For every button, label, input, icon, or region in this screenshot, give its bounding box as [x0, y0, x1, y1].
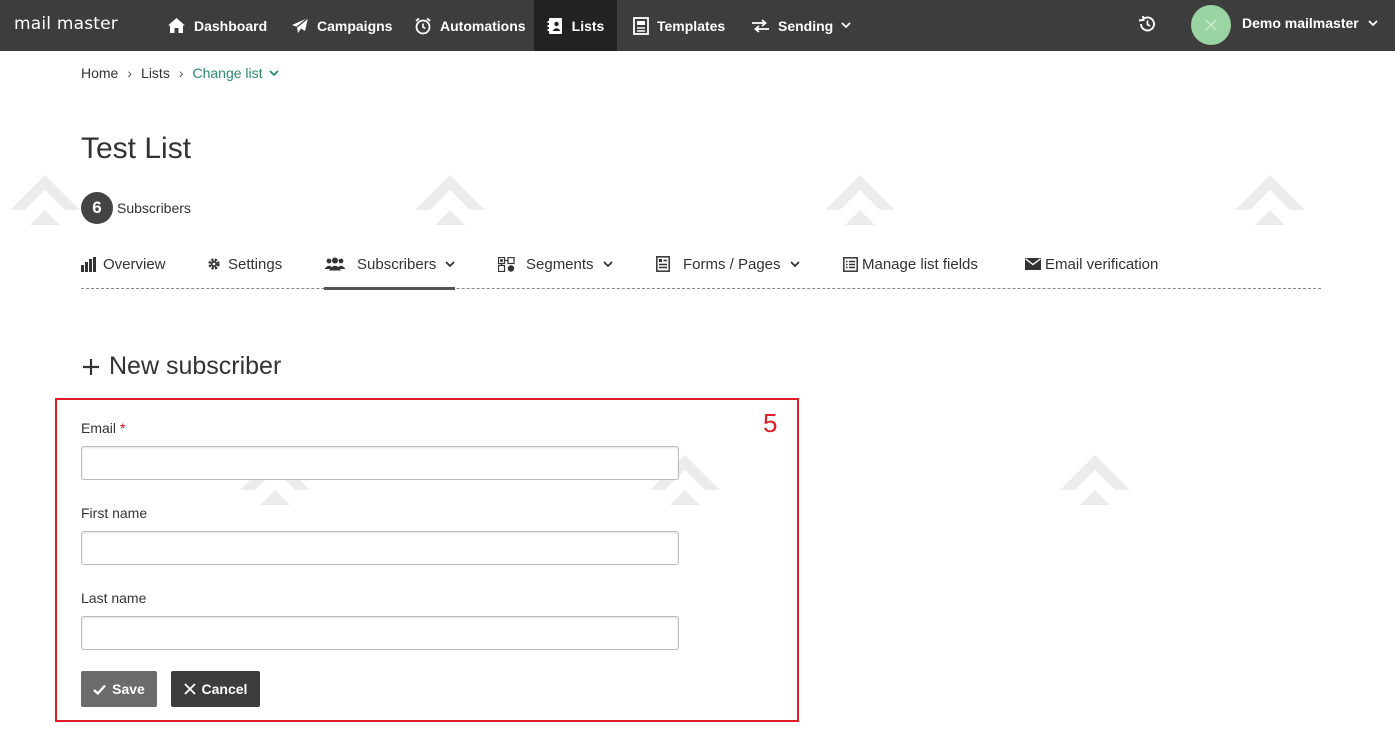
breadcrumb: Home › Lists › Change list — [81, 65, 279, 81]
template-icon — [633, 16, 649, 35]
nav-item-label: Templates — [657, 17, 726, 34]
user-menu[interactable]: Demo mailmaster — [1242, 15, 1378, 31]
tab-label: Subscribers — [357, 255, 437, 273]
last-name-label: Last name — [81, 590, 147, 606]
email-field[interactable] — [81, 446, 679, 480]
watermark-logo-icon — [1060, 455, 1130, 505]
count-label: Subscribers — [117, 200, 191, 216]
close-icon — [1205, 19, 1217, 31]
nav-item-label: Campaigns — [317, 17, 393, 34]
cancel-button[interactable]: Cancel — [171, 671, 260, 707]
count-badge: 6 — [81, 192, 113, 224]
close-icon — [183, 683, 196, 695]
alarm-clock-icon — [415, 17, 431, 34]
watermark-logo-icon — [825, 175, 895, 225]
brand-logo[interactable]: mail master — [14, 14, 118, 34]
segments-icon — [498, 256, 515, 272]
bar-chart-icon — [81, 256, 96, 272]
last-name-field[interactable] — [81, 616, 679, 650]
tab-email-verification[interactable]: Email verification — [1025, 250, 1158, 288]
breadcrumb-separator: › — [178, 65, 184, 81]
chevron-down-icon — [445, 260, 455, 267]
envelope-icon — [1025, 258, 1041, 270]
watermark — [0, 150, 90, 245]
nav-item-label: Lists — [571, 17, 605, 34]
change-list-dropdown[interactable]: Change list — [193, 65, 279, 81]
breadcrumb-lists[interactable]: Lists — [141, 65, 170, 81]
nav-item-lists[interactable]: Lists — [534, 0, 617, 51]
users-icon — [324, 257, 346, 271]
chevron-down-icon — [841, 22, 851, 29]
form-icon — [656, 256, 670, 272]
watermark — [1225, 150, 1315, 245]
first-name-label: First name — [81, 505, 148, 521]
address-book-icon — [547, 17, 562, 34]
gear-icon — [208, 258, 220, 270]
watermark-logo-icon — [1235, 175, 1305, 225]
required-mark: * — [120, 420, 126, 436]
save-label: Save — [112, 681, 145, 697]
tab-label: Email verification — [1045, 255, 1159, 273]
breadcrumb-home[interactable]: Home — [81, 65, 118, 81]
section-title: New subscriber — [81, 352, 281, 381]
chevron-down-icon — [602, 260, 613, 267]
tab-label: Forms / Pages — [683, 255, 781, 273]
watermark — [1050, 430, 1140, 525]
nav-item-label: Automations — [440, 17, 526, 34]
tab-label: Manage list fields — [862, 255, 978, 273]
tab-subscribers[interactable]: Subscribers — [324, 250, 456, 290]
watermark — [815, 150, 905, 245]
nav-item-campaigns[interactable]: Campaigns — [291, 0, 392, 51]
nav-item-label: Sending — [778, 17, 834, 34]
step-number: 5 — [763, 408, 778, 438]
tab-label: Overview — [103, 255, 166, 273]
plus-icon — [83, 358, 99, 375]
nav-item-automations[interactable]: Automations — [414, 0, 526, 51]
change-list-label: Change list — [192, 65, 263, 81]
avatar[interactable] — [1191, 5, 1231, 45]
exchange-icon — [752, 18, 769, 33]
first-name-field[interactable] — [81, 531, 679, 565]
tab-settings[interactable]: Settings — [207, 250, 282, 288]
nav-item-dashboard[interactable]: Dashboard — [167, 0, 267, 51]
watermark-logo-icon — [415, 175, 485, 225]
page-title: Test List — [81, 132, 192, 165]
watermark — [405, 150, 495, 245]
history-icon — [1138, 15, 1155, 32]
home-icon — [168, 18, 185, 33]
chevron-down-icon — [268, 69, 279, 76]
save-button[interactable]: Save — [81, 671, 157, 707]
chevron-down-icon — [789, 260, 800, 267]
tab-overview[interactable]: Overview — [81, 250, 166, 288]
email-label-text: Email — [81, 420, 117, 436]
nav-item-sending[interactable]: Sending — [751, 0, 859, 51]
list-tabs: Overview Settings Subscribers Segments F… — [81, 250, 1321, 290]
tab-manage-list-fields[interactable]: Manage list fields — [843, 250, 978, 288]
top-navbar: mail master Dashboard Campaigns Automati… — [0, 0, 1395, 51]
list-fields-icon — [843, 256, 858, 272]
tab-label: Segments — [526, 255, 594, 273]
chevron-down-icon — [1368, 19, 1378, 26]
breadcrumb-separator: › — [127, 65, 133, 81]
checkmark-icon — [93, 684, 106, 695]
nav-item-label: Dashboard — [194, 17, 268, 34]
section-title-text: New subscriber — [109, 352, 282, 380]
tab-forms-pages[interactable]: Forms / Pages — [656, 250, 800, 288]
cancel-label: Cancel — [201, 681, 248, 697]
paper-plane-icon — [292, 17, 309, 33]
tab-label: Settings — [228, 255, 283, 273]
email-label: Email * — [81, 420, 125, 436]
nav-item-templates[interactable]: Templates — [633, 0, 725, 51]
watermark-logo-icon — [10, 175, 80, 225]
history-button[interactable] — [1137, 14, 1157, 39]
tab-segments[interactable]: Segments — [498, 250, 613, 288]
subscriber-count: 6 Subscribers — [81, 192, 191, 224]
user-name: Demo mailmaster — [1242, 15, 1359, 31]
